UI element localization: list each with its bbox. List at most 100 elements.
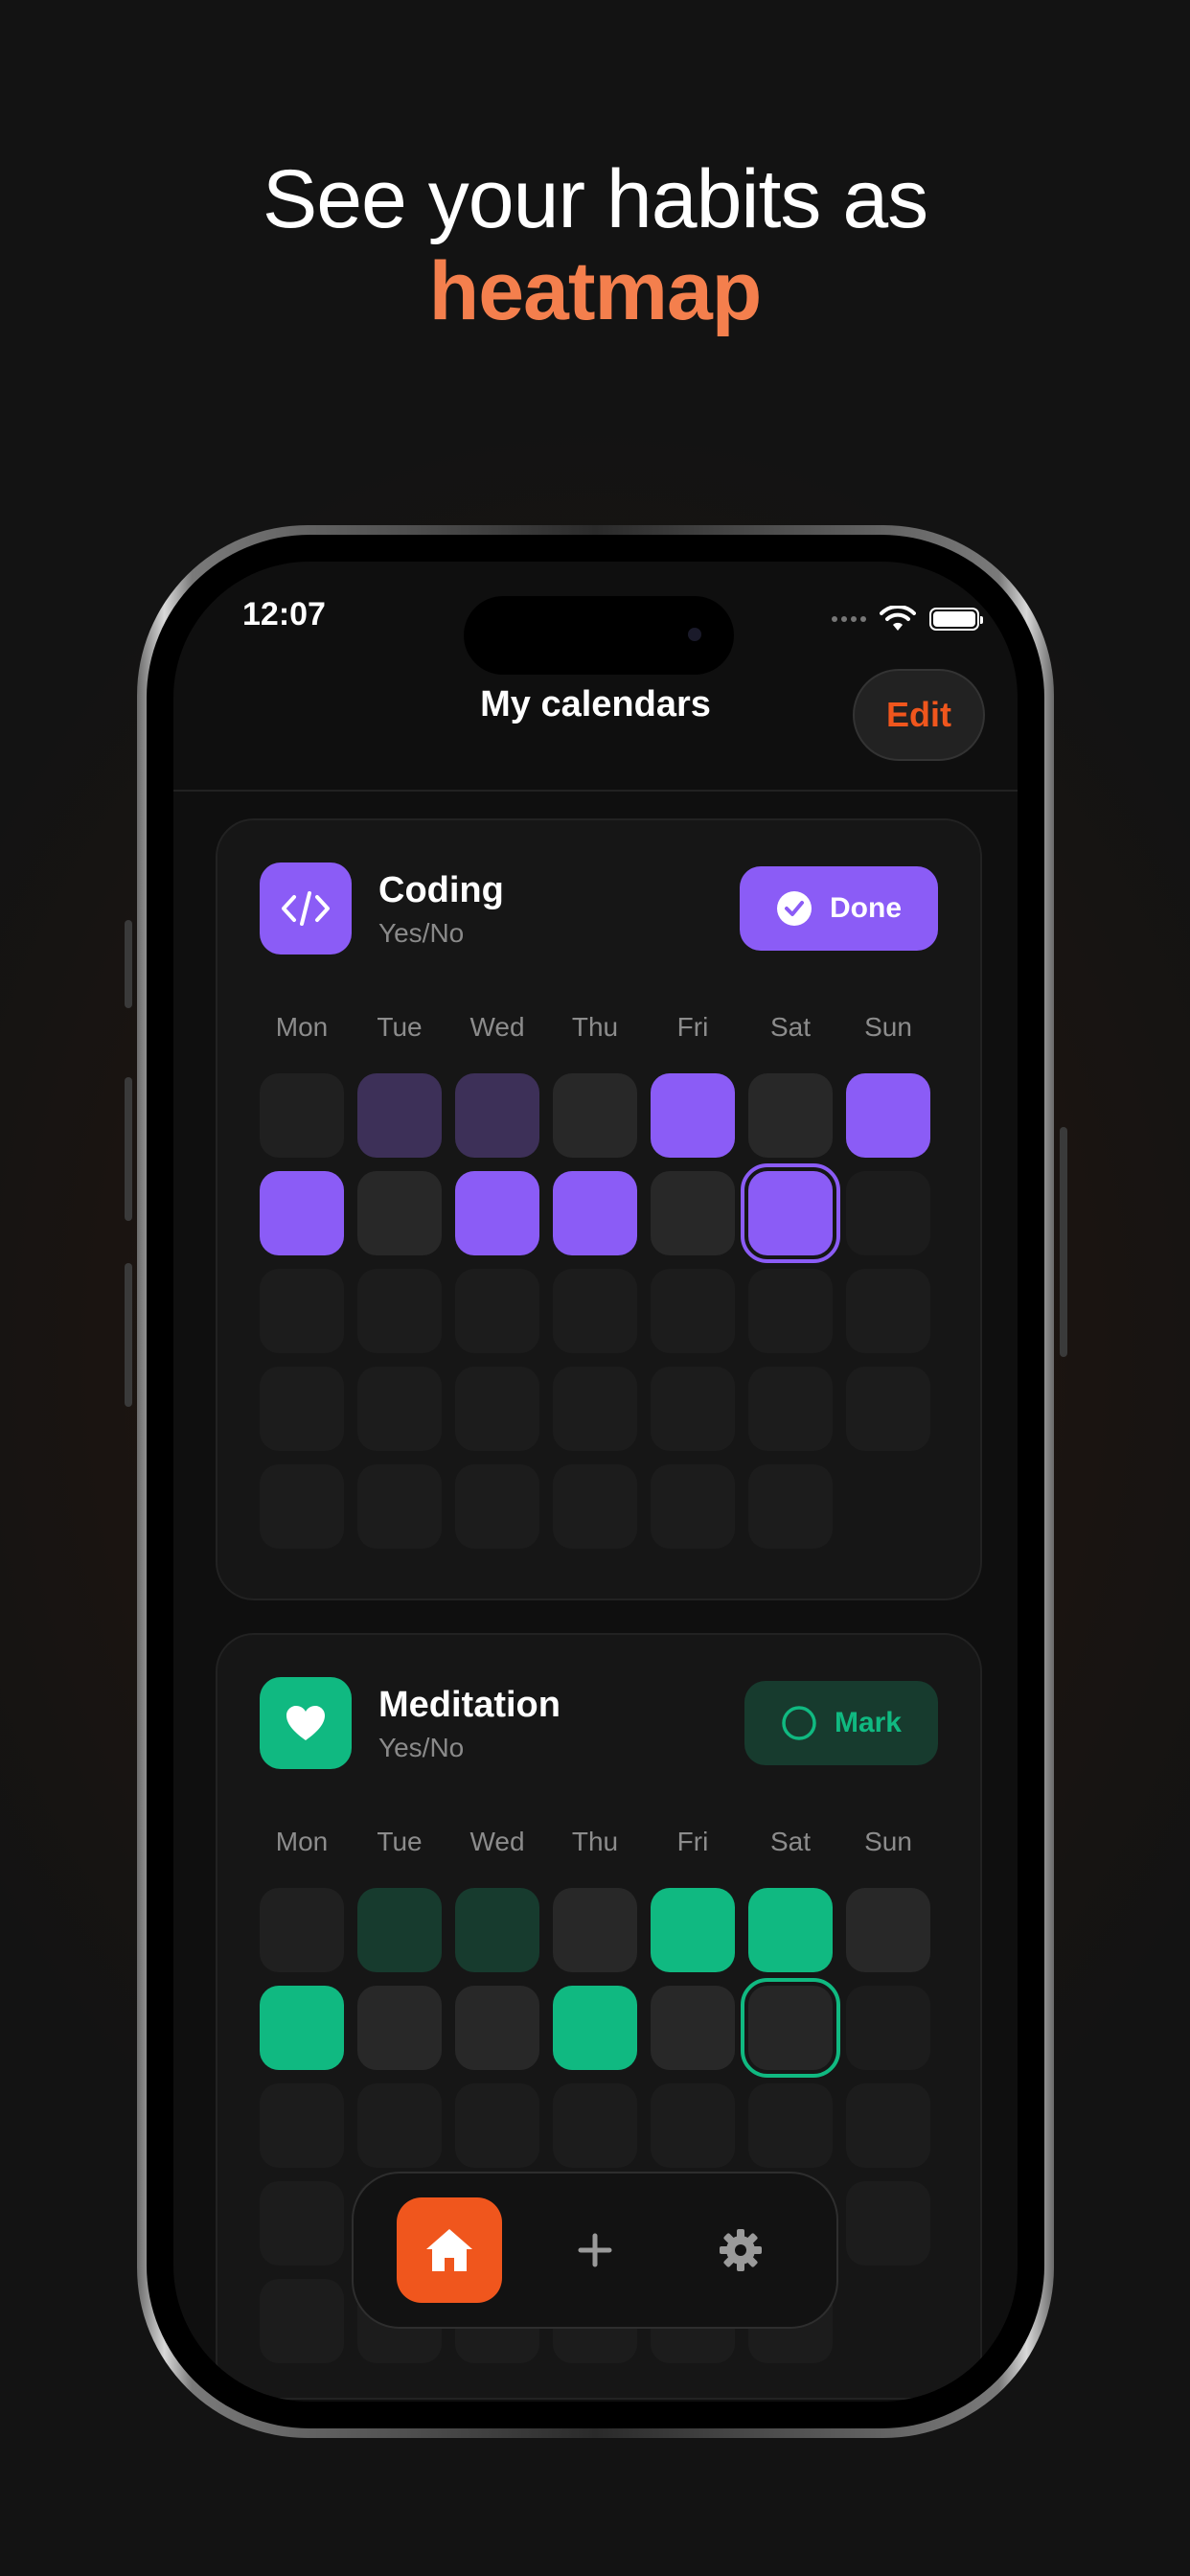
day-cell [846, 1367, 930, 1451]
tab-settings[interactable] [688, 2197, 793, 2303]
day-cell [260, 1367, 344, 1451]
day-cell[interactable] [357, 1888, 442, 1972]
day-cell[interactable] [553, 1073, 637, 1158]
habit-title: Meditation [378, 1685, 561, 1725]
divider [173, 790, 1018, 792]
day-cell [260, 1269, 344, 1353]
day-cell [748, 1367, 833, 1451]
day-cell[interactable] [846, 1888, 930, 1972]
day-cell [357, 1464, 442, 1549]
done-label: Done [830, 892, 902, 924]
day-cell[interactable] [260, 1888, 344, 1972]
day-cell[interactable] [748, 1888, 833, 1972]
action-button [125, 920, 132, 1008]
tab-add[interactable] [542, 2197, 648, 2303]
today-cell[interactable] [741, 1978, 840, 2078]
heart-icon [260, 1677, 352, 1769]
day-cell[interactable] [553, 1986, 637, 2070]
weekday-label: Wed [469, 1827, 525, 1856]
weekday-label: Mon [275, 1012, 329, 1042]
day-cell [846, 1269, 930, 1353]
day-cell [357, 1367, 442, 1451]
weekday-header: Mon Tue Wed Thu Fri Sat Sun [260, 1012, 930, 1043]
day-cell[interactable] [553, 1888, 637, 1972]
day-cell [553, 1269, 637, 1353]
power-button [1060, 1127, 1067, 1357]
day-cell[interactable] [651, 1171, 735, 1255]
weekday-label: Mon [275, 1827, 329, 1856]
weekday-label: Thu [571, 1827, 619, 1856]
day-cell [455, 1367, 539, 1451]
day-cell[interactable] [846, 1073, 930, 1158]
weekday-label: Tue [377, 1012, 423, 1042]
weekday-label: Thu [571, 1012, 619, 1042]
edit-button[interactable]: Edit [853, 669, 985, 761]
status-time: 12:07 [242, 596, 326, 632]
headline-line-1: See your habits as [262, 153, 928, 245]
day-cell[interactable] [455, 1073, 539, 1158]
day-cell[interactable] [455, 1986, 539, 2070]
headline: See your habits as heatmap [0, 153, 1190, 337]
day-cell[interactable] [260, 1986, 344, 2070]
code-icon [260, 862, 352, 954]
day-cell [846, 1464, 930, 1549]
home-icon [426, 2229, 472, 2271]
day-cell[interactable] [455, 1171, 539, 1255]
day-cell [748, 1464, 833, 1549]
mark-label: Mark [834, 1707, 902, 1738]
weekday-label: Sat [769, 1827, 812, 1856]
tab-home[interactable] [397, 2197, 502, 2303]
day-cell [846, 1171, 930, 1255]
done-button[interactable]: Done [740, 866, 938, 951]
day-cell[interactable] [748, 1073, 833, 1158]
habit-type: Yes/No [378, 1733, 465, 1762]
status-icons [832, 606, 983, 632]
day-cell [260, 2083, 344, 2168]
day-cell[interactable] [357, 1171, 442, 1255]
day-cell[interactable] [651, 1073, 735, 1158]
weekday-label: Tue [377, 1827, 423, 1856]
empty-circle-icon [782, 1706, 816, 1740]
volume-down-button [125, 1263, 132, 1407]
day-cell [651, 2083, 735, 2168]
day-cell[interactable] [651, 1986, 735, 2070]
gear-icon [720, 2229, 762, 2271]
day-cell[interactable] [357, 1073, 442, 1158]
day-cell[interactable] [455, 1888, 539, 1972]
mark-button[interactable]: Mark [744, 1681, 938, 1765]
weekday-label: Sun [864, 1827, 912, 1856]
volume-up-button [125, 1077, 132, 1221]
day-cell[interactable] [651, 1888, 735, 1972]
plus-icon [578, 2233, 612, 2267]
day-cell [357, 1269, 442, 1353]
weekday-header: Mon Tue Wed Thu Fri Sat Sun [260, 1827, 930, 1857]
today-cell[interactable] [741, 1163, 840, 1263]
habit-type: Yes/No [378, 918, 465, 948]
heatmap-grid [260, 1073, 930, 1549]
day-cell[interactable] [260, 1073, 344, 1158]
day-cell[interactable] [260, 1171, 344, 1255]
day-cell[interactable] [357, 1986, 442, 2070]
check-circle-icon [777, 891, 812, 926]
day-cell [455, 1464, 539, 1549]
day-cell [846, 2083, 930, 2168]
weekday-label: Fri [676, 1827, 709, 1856]
battery-icon [929, 608, 983, 631]
habit-card-coding[interactable]: Coding Yes/No Done Mon Tue Wed Thu Fri S… [216, 818, 982, 1600]
wifi-icon [880, 606, 916, 631]
day-cell [553, 1367, 637, 1451]
day-cell [748, 2083, 833, 2168]
day-cell [553, 2083, 637, 2168]
day-cell [651, 1269, 735, 1353]
day-cell [455, 1269, 539, 1353]
weekday-label: Fri [676, 1012, 709, 1042]
weekday-label: Sat [769, 1012, 812, 1042]
day-cell [260, 1464, 344, 1549]
headline-line-2: heatmap [428, 245, 763, 337]
phone-frame: 12:07 My calendars Edit Coding Yes/No Do… [137, 525, 1054, 2438]
day-cell [651, 1464, 735, 1549]
weekday-label: Wed [469, 1012, 525, 1042]
day-cell[interactable] [553, 1171, 637, 1255]
day-cell [553, 1464, 637, 1549]
day-cell [846, 2181, 930, 2266]
